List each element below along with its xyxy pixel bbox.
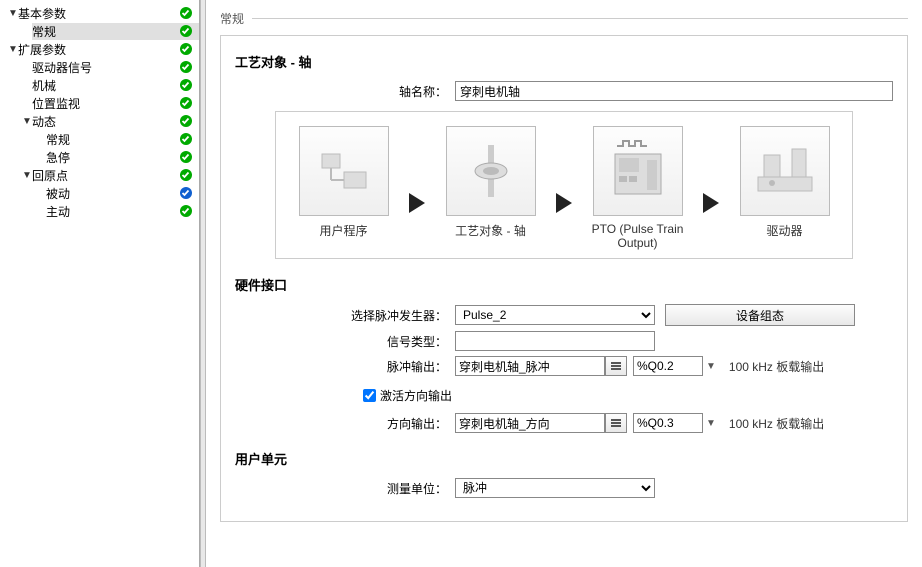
arrow-icon (407, 191, 427, 215)
tree-item-6[interactable]: ▼动态 (0, 112, 199, 130)
status-ok-icon (179, 114, 193, 128)
tree-arrow-icon: ▼ (22, 170, 32, 181)
tree-item-label: 位置监视 (32, 95, 199, 112)
tree-item-8[interactable]: 急停 (0, 148, 199, 166)
divider (252, 18, 908, 19)
tree-item-7[interactable]: 常规 (0, 130, 199, 148)
pulse-output-browse-button[interactable] (605, 356, 627, 376)
dropdown-icon[interactable]: ▼ (703, 361, 719, 372)
status-ok-icon (179, 96, 193, 110)
pulse-output-address[interactable] (633, 356, 703, 376)
direction-output-label: 方向输出： (235, 415, 455, 432)
device-config-button[interactable]: 设备组态 (665, 304, 855, 326)
arrow-icon (554, 191, 574, 215)
direction-output-browse-button[interactable] (605, 413, 627, 433)
section-tech-object-title: 工艺对象 - 轴 (235, 52, 893, 71)
tree-item-label: 扩展参数 (18, 41, 199, 58)
tree-item-label: 机械 (32, 77, 199, 94)
diagram-caption-user-program: 用户程序 (319, 222, 367, 250)
section-hardware-title: 硬件接口 (235, 275, 893, 294)
dropdown-icon[interactable]: ▼ (703, 418, 719, 429)
tree-item-2[interactable]: ▼扩展参数 (0, 40, 199, 58)
drive-icon (740, 126, 830, 216)
diagram-caption-drive: 驱动器 (766, 222, 802, 250)
direction-output-info: 100 kHz 板载输出 (729, 415, 824, 432)
tree-item-label: 急停 (46, 149, 199, 166)
measure-unit-label: 测量单位： (235, 480, 455, 497)
enable-direction-label: 激活方向输出 (380, 387, 452, 404)
pulse-output-label: 脉冲输出： (235, 358, 455, 375)
pulse-output-input[interactable] (455, 356, 605, 376)
tree-item-label: 常规 (46, 131, 199, 148)
signal-type-select[interactable]: PTO（脉冲 A 和方向 B） (455, 331, 655, 351)
tree-item-label: 主动 (46, 203, 199, 220)
direction-output-input[interactable] (455, 413, 605, 433)
status-ok-icon (179, 24, 193, 38)
tree-arrow-icon: ▼ (22, 116, 32, 127)
axis-name-label: 轴名称： (235, 83, 455, 100)
status-ok-icon (179, 204, 193, 218)
arrow-icon (701, 191, 721, 215)
direction-output-address[interactable] (633, 413, 703, 433)
status-ok-icon (179, 168, 193, 182)
enable-direction-checkbox[interactable] (363, 389, 376, 402)
tree-item-4[interactable]: 机械 (0, 76, 199, 94)
tree-item-label: 基本参数 (18, 5, 199, 22)
tree-item-label: 驱动器信号 (32, 59, 199, 76)
status-ok-icon (179, 132, 193, 146)
status-ok-icon (179, 78, 193, 92)
main-panel: 常规 工艺对象 - 轴 轴名称： 用户程序 (206, 0, 922, 567)
diagram-caption-pto: PTO (Pulse Train Output) (580, 222, 695, 250)
tree-item-10[interactable]: 被动 (0, 184, 199, 202)
axis-name-input[interactable] (455, 81, 893, 101)
tree-item-label: 被动 (46, 185, 199, 202)
pulse-generator-label: 选择脉冲发生器： (235, 307, 455, 324)
pulse-output-info: 100 kHz 板载输出 (729, 358, 824, 375)
tree-item-1[interactable]: 常规 (0, 22, 199, 40)
tab-title: 常规 (220, 10, 252, 27)
tree-item-label: 常规 (32, 23, 199, 40)
tree-item-5[interactable]: 位置监视 (0, 94, 199, 112)
status-info-icon (179, 186, 193, 200)
tech-object-icon (446, 126, 536, 216)
status-ok-icon (179, 42, 193, 56)
tree-item-9[interactable]: ▼回原点 (0, 166, 199, 184)
tree-arrow-icon: ▼ (8, 44, 18, 55)
signal-type-label: 信号类型： (235, 333, 455, 350)
status-ok-icon (179, 6, 193, 20)
status-ok-icon (179, 150, 193, 164)
pulse-generator-select[interactable]: Pulse_2 (455, 305, 655, 325)
measure-unit-select[interactable]: 脉冲 (455, 478, 655, 498)
tree-item-label: 回原点 (32, 167, 199, 184)
pto-icon (593, 126, 683, 216)
diagram-caption-tech-object: 工艺对象 - 轴 (455, 222, 526, 250)
section-user-unit-title: 用户单元 (235, 449, 893, 468)
tree-item-0[interactable]: ▼基本参数 (0, 4, 199, 22)
status-ok-icon (179, 60, 193, 74)
tree-item-label: 动态 (32, 113, 199, 130)
flow-diagram: 用户程序 工艺对象 - 轴 (275, 111, 853, 259)
nav-tree: ▼基本参数常规▼扩展参数驱动器信号机械位置监视▼动态常规急停▼回原点被动主动 (0, 0, 200, 567)
tree-item-3[interactable]: 驱动器信号 (0, 58, 199, 76)
user-program-icon (299, 126, 389, 216)
tree-arrow-icon: ▼ (8, 8, 18, 19)
tree-item-11[interactable]: 主动 (0, 202, 199, 220)
